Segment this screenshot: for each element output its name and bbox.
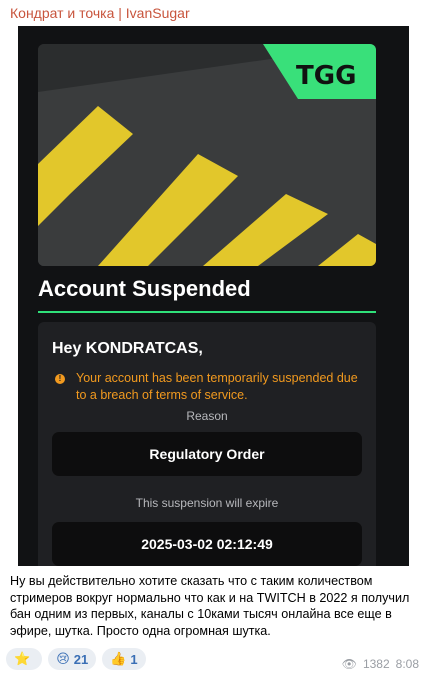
warning-icon: !: [55, 374, 65, 384]
expire-label: This suspension will expire: [135, 496, 279, 510]
channel-title[interactable]: Кондрат и точка | IvanSugar: [0, 0, 427, 26]
views-icon: 👁: [341, 657, 357, 671]
message-meta: 👁 1382 8:08: [342, 657, 419, 671]
hazard-stripes-graphic: TGG: [38, 44, 376, 266]
message-text: Ну вы действительно хотите сказать что с…: [10, 574, 410, 638]
suspension-card: Hey KONDRATCAS, ! Your account has been …: [38, 322, 376, 566]
warning-text: Your account has been temporarily suspen…: [76, 371, 358, 402]
page-title: Account Suspended: [38, 276, 251, 301]
crying-face-icon: 😢: [56, 651, 70, 666]
star-icon: ⭐: [14, 651, 31, 666]
reactions-bar: ⭐ 😢 21 👍 1: [6, 648, 146, 672]
message-time: 8:08: [395, 657, 419, 671]
hazard-banner-image: TGG: [38, 44, 376, 266]
reaction-star[interactable]: ⭐: [6, 648, 43, 670]
reaction-thumbs-up[interactable]: 👍 1: [102, 648, 146, 670]
views-count: 1382: [362, 657, 390, 671]
reason-value: Regulatory Order: [52, 432, 362, 476]
banner-logo-text: TGG: [296, 61, 356, 91]
expire-value: 2025-03-02 02:12:49: [52, 522, 362, 566]
screenshot-photo[interactable]: TGG Account Suspended Hey KONDRATCAS, ! …: [18, 26, 409, 566]
reaction-count: 21: [73, 651, 89, 667]
greeting: Hey KONDRATCAS,: [52, 340, 203, 357]
reaction-cry[interactable]: 😢 21: [48, 648, 97, 670]
reaction-count: 1: [130, 651, 138, 667]
reason-label: Reason: [186, 409, 228, 423]
title-divider: [38, 311, 376, 313]
thumbs-up-icon: 👍: [110, 651, 127, 666]
